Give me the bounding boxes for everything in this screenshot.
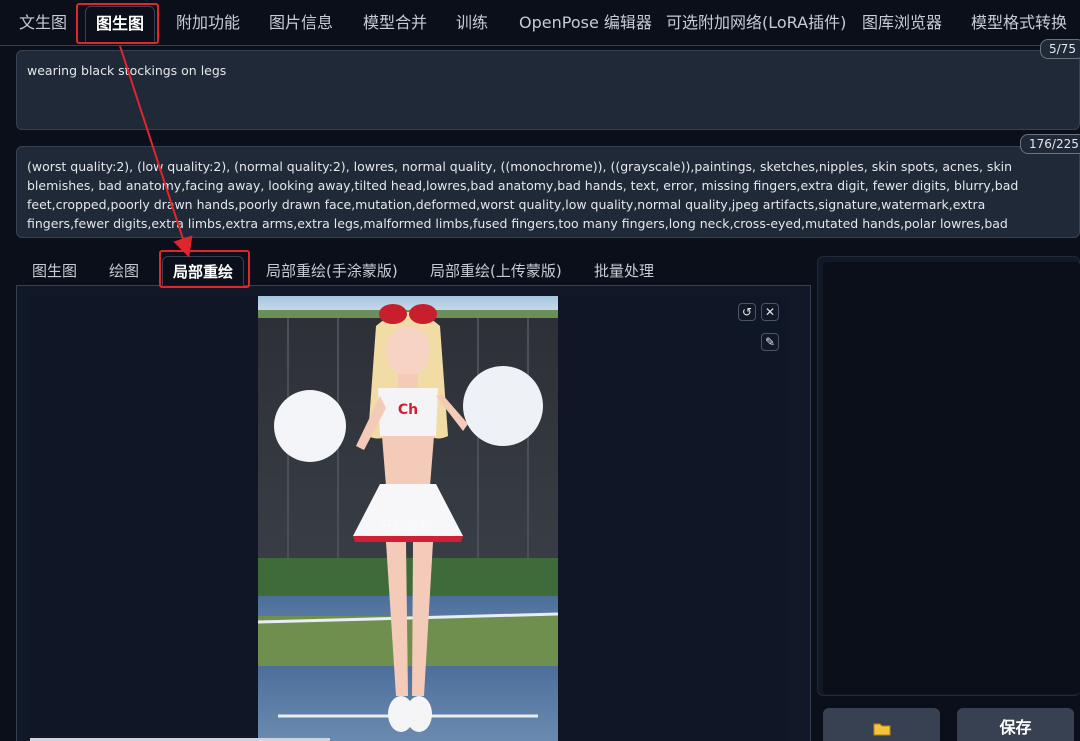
open-folder-button[interactable] (823, 708, 940, 741)
tab-txt2img[interactable]: 文生图 (19, 8, 67, 38)
tab-img2img[interactable]: 图生图 (85, 6, 156, 44)
close-icon[interactable]: ✕ (761, 303, 779, 321)
negative-prompt-input[interactable]: (worst quality:2), (low quality:2), (nor… (16, 146, 1080, 238)
tab-checkpoint-merger[interactable]: 模型合并 (363, 8, 427, 38)
prompt-token-counter: 5/75 (1040, 39, 1080, 59)
brush-icon[interactable]: ✎ (761, 333, 779, 351)
subtab-batch[interactable]: 批量处理 (594, 256, 654, 286)
output-gallery (823, 262, 1080, 694)
tab-image-browser[interactable]: 图库浏览器 (862, 8, 942, 38)
subtab-sketch[interactable]: 绘图 (109, 256, 139, 286)
tab-extras[interactable]: 附加功能 (176, 8, 240, 38)
tab-train[interactable]: 训练 (456, 8, 488, 38)
tab-additional-networks[interactable]: 可选附加网络(LoRA插件) (666, 8, 846, 38)
tab-openpose-editor[interactable]: OpenPose 编辑器 (519, 8, 652, 38)
negative-prompt-token-counter: 176/225 (1020, 134, 1080, 154)
subtab-img2img[interactable]: 图生图 (32, 256, 77, 286)
canvas-overlay-text: 开始绘制 (380, 519, 433, 534)
save-button[interactable]: 保存 (957, 708, 1074, 741)
svg-text:Ch: Ch (398, 402, 418, 418)
subtab-inpaint[interactable]: 局部重绘 (162, 256, 245, 286)
tab-png-info[interactable]: 图片信息 (269, 8, 333, 38)
subtab-inpaint-upload[interactable]: 局部重绘(上传蒙版) (430, 256, 562, 286)
subtab-inpaint-sketch[interactable]: 局部重绘(手涂蒙版) (266, 256, 398, 286)
tab-model-converter[interactable]: 模型格式转换 (971, 8, 1067, 38)
prompt-input[interactable]: wearing black stockings on legs (16, 50, 1080, 130)
main-tab-bar: 文生图 图生图 附加功能 图片信息 模型合并 训练 OpenPose 编辑器 可… (0, 0, 1080, 46)
undo-icon[interactable]: ↺ (738, 303, 756, 321)
folder-icon (873, 723, 890, 735)
